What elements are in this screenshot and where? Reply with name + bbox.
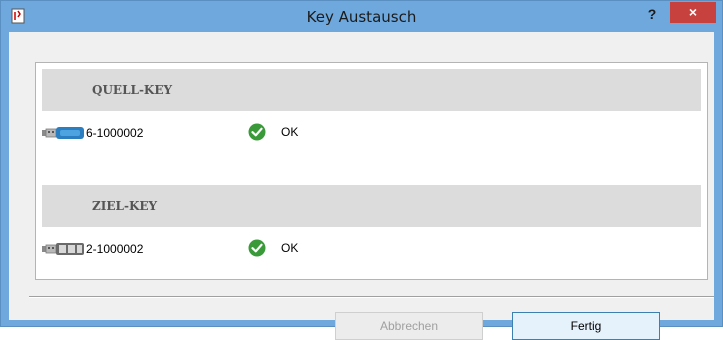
status-text: OK	[281, 125, 299, 139]
list-item-target-key[interactable]: 2-1000002 OK	[42, 227, 701, 269]
check-circle-icon	[248, 123, 266, 141]
done-button[interactable]: Fertig	[512, 312, 660, 340]
status-text: OK	[281, 241, 299, 255]
title-bar[interactable]: Key Austausch ? ×	[1, 1, 722, 31]
usb-key-gray-icon	[42, 243, 84, 255]
dialog-body: QUELL-KEY 6-1000002 OK ZIEL-KEY 2-100000…	[9, 32, 714, 340]
section-title-target: ZIEL-KEY	[92, 199, 158, 213]
section-title-source: QUELL-KEY	[92, 83, 173, 97]
close-button[interactable]: ×	[670, 2, 716, 23]
help-button[interactable]: ?	[641, 5, 663, 25]
cancel-button[interactable]: Abbrechen	[335, 312, 483, 340]
list-item-source-key[interactable]: 6-1000002 OK	[42, 111, 701, 153]
key-id: 6-1000002	[86, 126, 144, 140]
divider	[29, 296, 714, 298]
key-list-panel: QUELL-KEY 6-1000002 OK ZIEL-KEY 2-100000…	[35, 62, 708, 280]
window-title: Key Austausch	[306, 8, 417, 26]
usb-key-blue-icon	[42, 127, 84, 139]
key-id: 2-1000002	[86, 242, 144, 256]
check-circle-icon	[248, 239, 266, 257]
section-header-source: QUELL-KEY	[42, 69, 701, 111]
dialog-window: Key Austausch ? × QUELL-KEY 6-1000002 OK…	[0, 0, 723, 340]
section-header-target: ZIEL-KEY	[42, 185, 701, 227]
